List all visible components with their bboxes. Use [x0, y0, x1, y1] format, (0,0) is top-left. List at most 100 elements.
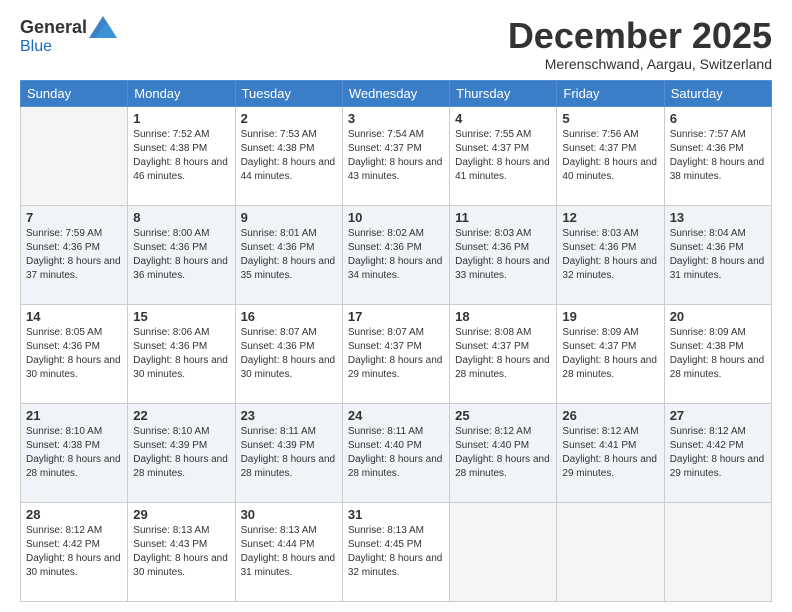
calendar-week-row: 7Sunrise: 7:59 AMSunset: 4:36 PMDaylight…	[21, 205, 772, 304]
day-info: Sunrise: 8:11 AMSunset: 4:39 PMDaylight:…	[241, 425, 337, 481]
table-row: 9 Sunrise: 8:01 AMSunset: 4:36 PMDaylight…	[235, 205, 342, 304]
col-friday: Friday	[557, 80, 664, 106]
table-row: 20Sunrise: 8:09 AMSunset: 4:38 PMDayligh…	[664, 304, 771, 403]
day-info: Sunrise: 7:59 AMSunset: 4:36 PMDaylight:…	[26, 227, 122, 283]
table-row: 11Sunrise: 8:03 AMSunset: 4:36 PMDayligh…	[450, 205, 557, 304]
day-number: 27	[670, 408, 766, 423]
day-number: 23	[241, 408, 337, 423]
location: Merenschwand, Aargau, Switzerland	[508, 56, 772, 72]
day-info: Sunrise: 8:11 AMSunset: 4:40 PMDaylight:…	[348, 425, 444, 481]
table-row: 26 Sunrise: 8:12 AMSunset: 4:41 PMDayligh…	[557, 403, 664, 502]
table-row: 4Sunrise: 7:55 AMSunset: 4:37 PMDaylight…	[450, 106, 557, 205]
day-number: 14	[26, 309, 122, 324]
day-info: Sunrise: 8:00 AMSunset: 4:36 PMDaylight:…	[133, 227, 229, 283]
day-number: 25	[455, 408, 551, 423]
calendar-header-row: Sunday Monday Tuesday Wednesday Thursday…	[21, 80, 772, 106]
day-info: Sunrise: 8:12 AMSunset: 4:40 PMDaylight:…	[455, 425, 551, 481]
month-title: December 2025	[508, 16, 772, 56]
day-info: Sunrise: 8:07 AMSunset: 4:36 PMDaylight:…	[241, 326, 337, 382]
calendar-table: Sunday Monday Tuesday Wednesday Thursday…	[20, 80, 772, 602]
day-number: 13	[670, 210, 766, 225]
col-thursday: Thursday	[450, 80, 557, 106]
table-row: 29Sunrise: 8:13 AMSunset: 4:43 PMDayligh…	[128, 502, 235, 601]
day-info: Sunrise: 8:04 AMSunset: 4:36 PMDaylight:…	[670, 227, 766, 283]
calendar-week-row: 21 Sunrise: 8:10 AMSunset: 4:38 PMDayligh…	[21, 403, 772, 502]
table-row	[21, 106, 128, 205]
table-row: 6Sunrise: 7:57 AMSunset: 4:36 PMDaylight…	[664, 106, 771, 205]
logo-general-text: General	[20, 17, 87, 38]
table-row: 14 Sunrise: 8:05 AMSunset: 4:36 PMDayligh…	[21, 304, 128, 403]
logo-blue-text: Blue	[20, 38, 52, 55]
day-info: Sunrise: 7:52 AMSunset: 4:38 PMDaylight:…	[133, 128, 229, 184]
day-number: 20	[670, 309, 766, 324]
day-number: 21	[26, 408, 122, 423]
day-number: 26	[562, 408, 658, 423]
day-info: Sunrise: 7:56 AMSunset: 4:37 PMDaylight:…	[562, 128, 658, 184]
table-row: 31 Sunrise: 8:13 AMSunset: 4:45 PMDayligh…	[342, 502, 449, 601]
table-row	[557, 502, 664, 601]
day-info: Sunrise: 8:09 AMSunset: 4:37 PMDaylight:…	[562, 326, 658, 382]
day-number: 15	[133, 309, 229, 324]
day-number: 31	[348, 507, 444, 522]
day-number: 6	[670, 111, 766, 126]
day-info: Sunrise: 8:12 AMSunset: 4:41 PMDaylight:…	[562, 425, 658, 481]
day-number: 19	[562, 309, 658, 324]
table-row: 18 Sunrise: 8:08 AMSunset: 4:37 PMDayligh…	[450, 304, 557, 403]
page: General Blue December 2025 Merenschwand,…	[0, 0, 792, 612]
day-info: Sunrise: 8:12 AMSunset: 4:42 PMDaylight:…	[26, 524, 122, 580]
day-number: 10	[348, 210, 444, 225]
day-info: Sunrise: 8:08 AMSunset: 4:37 PMDaylight:…	[455, 326, 551, 382]
day-number: 30	[241, 507, 337, 522]
day-number: 2	[241, 111, 337, 126]
table-row: 3 Sunrise: 7:54 AMSunset: 4:37 PMDaylight…	[342, 106, 449, 205]
day-number: 28	[26, 507, 122, 522]
table-row: 19 Sunrise: 8:09 AMSunset: 4:37 PMDayligh…	[557, 304, 664, 403]
table-row: 1Sunrise: 7:52 AMSunset: 4:38 PMDaylight…	[128, 106, 235, 205]
day-number: 16	[241, 309, 337, 324]
day-number: 4	[455, 111, 551, 126]
day-number: 11	[455, 210, 551, 225]
table-row: 17 Sunrise: 8:07 AMSunset: 4:37 PMDayligh…	[342, 304, 449, 403]
day-info: Sunrise: 8:05 AMSunset: 4:36 PMDaylight:…	[26, 326, 122, 382]
header: General Blue December 2025 Merenschwand,…	[20, 16, 772, 72]
day-info: Sunrise: 7:54 AMSunset: 4:37 PMDaylight:…	[348, 128, 444, 184]
table-row: 5 Sunrise: 7:56 AMSunset: 4:37 PMDaylight…	[557, 106, 664, 205]
table-row: 28 Sunrise: 8:12 AMSunset: 4:42 PMDayligh…	[21, 502, 128, 601]
calendar-week-row: 28 Sunrise: 8:12 AMSunset: 4:42 PMDayligh…	[21, 502, 772, 601]
day-number: 9	[241, 210, 337, 225]
day-info: Sunrise: 8:12 AMSunset: 4:42 PMDaylight:…	[670, 425, 766, 481]
table-row: 15 Sunrise: 8:06 AMSunset: 4:36 PMDayligh…	[128, 304, 235, 403]
table-row: 24Sunrise: 8:11 AMSunset: 4:40 PMDayligh…	[342, 403, 449, 502]
day-info: Sunrise: 8:06 AMSunset: 4:36 PMDaylight:…	[133, 326, 229, 382]
day-number: 12	[562, 210, 658, 225]
day-number: 18	[455, 309, 551, 324]
day-number: 5	[562, 111, 658, 126]
day-number: 17	[348, 309, 444, 324]
table-row: 12 Sunrise: 8:03 AMSunset: 4:36 PMDayligh…	[557, 205, 664, 304]
col-wednesday: Wednesday	[342, 80, 449, 106]
day-info: Sunrise: 8:02 AMSunset: 4:36 PMDaylight:…	[348, 227, 444, 283]
col-saturday: Saturday	[664, 80, 771, 106]
day-info: Sunrise: 8:13 AMSunset: 4:45 PMDaylight:…	[348, 524, 444, 580]
day-number: 8	[133, 210, 229, 225]
table-row: 16 Sunrise: 8:07 AMSunset: 4:36 PMDayligh…	[235, 304, 342, 403]
table-row: 27 Sunrise: 8:12 AMSunset: 4:42 PMDayligh…	[664, 403, 771, 502]
day-number: 22	[133, 408, 229, 423]
calendar-week-row: 1Sunrise: 7:52 AMSunset: 4:38 PMDaylight…	[21, 106, 772, 205]
day-info: Sunrise: 8:07 AMSunset: 4:37 PMDaylight:…	[348, 326, 444, 382]
day-info: Sunrise: 8:01 AMSunset: 4:36 PMDaylight:…	[241, 227, 337, 283]
table-row: 8 Sunrise: 8:00 AMSunset: 4:36 PMDaylight…	[128, 205, 235, 304]
table-row	[664, 502, 771, 601]
table-row: 23 Sunrise: 8:11 AMSunset: 4:39 PMDayligh…	[235, 403, 342, 502]
day-info: Sunrise: 8:13 AMSunset: 4:44 PMDaylight:…	[241, 524, 337, 580]
day-info: Sunrise: 8:03 AMSunset: 4:36 PMDaylight:…	[562, 227, 658, 283]
table-row: 22Sunrise: 8:10 AMSunset: 4:39 PMDayligh…	[128, 403, 235, 502]
table-row	[450, 502, 557, 601]
day-number: 3	[348, 111, 444, 126]
day-info: Sunrise: 7:53 AMSunset: 4:38 PMDaylight:…	[241, 128, 337, 184]
table-row: 13 Sunrise: 8:04 AMSunset: 4:36 PMDayligh…	[664, 205, 771, 304]
day-info: Sunrise: 8:10 AMSunset: 4:38 PMDaylight:…	[26, 425, 122, 481]
logo-icon	[89, 16, 117, 38]
col-sunday: Sunday	[21, 80, 128, 106]
table-row: 10 Sunrise: 8:02 AMSunset: 4:36 PMDayligh…	[342, 205, 449, 304]
